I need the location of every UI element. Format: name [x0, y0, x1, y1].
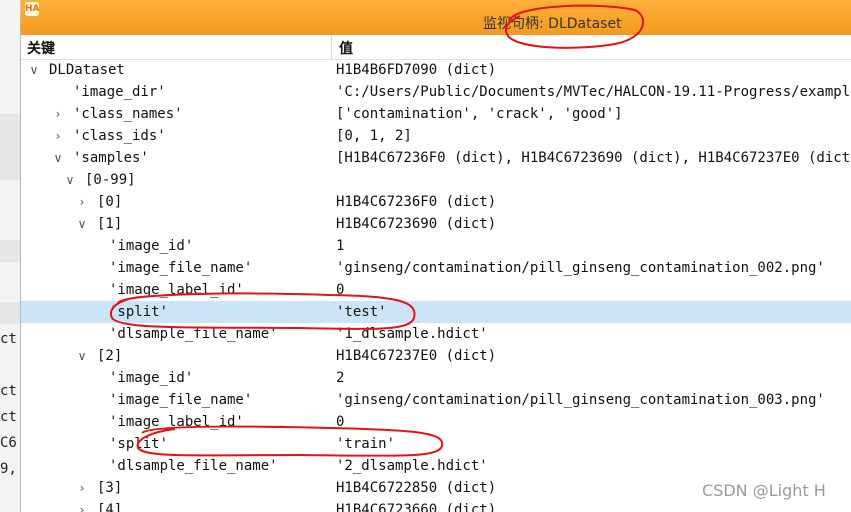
tree-row-value: [H1B4C67236F0 (dict), H1B4C6723690 (dict…	[336, 150, 851, 166]
tree-row[interactable]: 'image_dir' 'C:/Users/Public/Documents/MV…	[21, 81, 851, 103]
tree-row-key: 'samples'	[73, 150, 149, 166]
tree-row-value: H1B4C6723660 (dict)	[336, 502, 497, 512]
background-window-strip: ct ct ct C6 9,	[0, 0, 21, 512]
tree-row-key: [0]	[97, 194, 123, 210]
background-text-fragment: ct	[0, 409, 17, 425]
tree-row-value: 'train'	[336, 436, 396, 452]
tree-row-value: H1B4C67237E0 (dict)	[336, 348, 497, 364]
tree-row-key: 'image_file_name'	[109, 392, 253, 408]
tree-row[interactable]: 'image_id' 1	[21, 235, 851, 257]
tree-row-key: 'image_id'	[109, 238, 194, 254]
background-row-stripe	[0, 158, 20, 180]
chevron-right-icon[interactable]: ›	[75, 499, 89, 512]
tree-row-key: 'image_label_id'	[109, 282, 244, 298]
tree-row[interactable]: 'split' 'test'	[21, 301, 851, 323]
tree-row[interactable]: 'image_label_id' 0	[21, 411, 851, 433]
tree-row-key: 'class_names'	[73, 106, 183, 122]
tree-row[interactable]: 'dlsample_file_name' '1_dlsample.hdict'	[21, 323, 851, 345]
chevron-down-icon[interactable]: ∨	[51, 147, 65, 169]
tree-row-key: [2]	[97, 348, 123, 364]
tree-row-value: 0	[336, 414, 345, 430]
tree-row[interactable]: ∨ 'samples' [H1B4C67236F0 (dict), H1B4C672…	[21, 147, 851, 169]
column-divider[interactable]	[331, 35, 332, 59]
tree-row[interactable]: › 'class_names' ['contamination', 'crack',…	[21, 103, 851, 125]
tree-row-key: [3]	[97, 480, 123, 496]
window-title: 监视句柄: DLDataset	[483, 16, 622, 32]
background-text-fragment: C6	[0, 435, 17, 451]
tree-row[interactable]: › 'class_ids' [0, 1, 2]	[21, 125, 851, 147]
tree-row-value: '1_dlsample.hdict'	[336, 326, 488, 342]
tree-row-value: 'ginseng/contamination/pill_ginseng_cont…	[336, 392, 825, 408]
background-row-stripe	[0, 136, 20, 158]
tree-row-key: [0-99]	[85, 172, 136, 188]
tree-row-key: 'image_file_name'	[109, 260, 253, 276]
tree-row-value: 1	[336, 238, 345, 254]
chevron-right-icon[interactable]: ›	[51, 103, 65, 125]
chevron-down-icon[interactable]: ∨	[75, 213, 89, 235]
chevron-right-icon[interactable]: ›	[51, 125, 65, 147]
chevron-down-icon[interactable]: ∨	[63, 169, 77, 191]
background-text-fragment: ct	[0, 383, 17, 399]
tree-row-key: 'dlsample_file_name'	[109, 326, 278, 342]
title-bar[interactable]: HA 监视句柄: DLDataset	[21, 0, 851, 35]
tree-row-value: H1B4C6722850 (dict)	[336, 480, 497, 496]
chevron-right-icon[interactable]: ›	[75, 191, 89, 213]
key-column-header[interactable]: 关键	[27, 38, 55, 58]
tree-row-key: 'image_dir'	[73, 84, 166, 100]
tree-row-value: H1B4C67236F0 (dict)	[336, 194, 497, 210]
tree-row-key: 'image_label_id'	[109, 414, 244, 430]
tree-row[interactable]: 'image_file_name' 'ginseng/contamination/…	[21, 389, 851, 411]
background-row-stripe	[0, 302, 20, 324]
tree-row-key: 'image_id'	[109, 370, 194, 386]
watermark: CSDN @Light H	[702, 481, 826, 500]
tree-row-value: 'test'	[336, 304, 387, 320]
tree-row-value: H1B4C6723690 (dict)	[336, 216, 497, 232]
tree-row[interactable]: ∨ [0-99]	[21, 169, 851, 191]
tree-row[interactable]: › [0] H1B4C67236F0 (dict)	[21, 191, 851, 213]
dict-tree-view: ∨ DLDataset H1B4B6FD7090 (dict) 'image_dir'…	[21, 59, 851, 512]
chevron-down-icon[interactable]: ∨	[75, 345, 89, 367]
tree-row-value: '2_dlsample.hdict'	[336, 458, 488, 474]
background-row-stripe	[0, 240, 20, 262]
tree-row[interactable]: 'split' 'train'	[21, 433, 851, 455]
tree-row-value: ['contamination', 'crack', 'good']	[336, 106, 623, 122]
value-column-header[interactable]: 值	[339, 38, 353, 58]
tree-row-key: [1]	[97, 216, 123, 232]
tree-row-value: 'C:/Users/Public/Documents/MVTec/HALCON-…	[336, 84, 851, 100]
tree-row[interactable]: ∨ [1] H1B4C6723690 (dict)	[21, 213, 851, 235]
tree-row-key: DLDataset	[49, 62, 125, 78]
tree-row[interactable]: 'image_id' 2	[21, 367, 851, 389]
tree-row-value: H1B4B6FD7090 (dict)	[336, 62, 497, 78]
background-row-stripe	[0, 114, 20, 136]
tree-row-key: 'dlsample_file_name'	[109, 458, 278, 474]
column-header: 关键 值	[21, 35, 851, 60]
background-text-fragment: ct	[0, 331, 17, 347]
tree-row[interactable]: ∨ DLDataset H1B4B6FD7090 (dict)	[21, 59, 851, 81]
halcon-app-icon: HA	[25, 2, 40, 16]
tree-row[interactable]: ∨ [2] H1B4C67237E0 (dict)	[21, 345, 851, 367]
chevron-right-icon[interactable]: ›	[75, 477, 89, 499]
watch-handle-window: HA 监视句柄: DLDataset 关键 值 ∨ DLDataset H1B4B6…	[20, 0, 851, 512]
chevron-down-icon[interactable]: ∨	[27, 59, 41, 81]
tree-row-key: [4]	[97, 502, 123, 512]
tree-row-key: 'split'	[109, 436, 169, 452]
tree-row-key: 'split'	[109, 304, 169, 320]
tree-row-value: 0	[336, 282, 345, 298]
tree-row[interactable]: 'dlsample_file_name' '2_dlsample.hdict'	[21, 455, 851, 477]
tree-row-value: 'ginseng/contamination/pill_ginseng_cont…	[336, 260, 825, 276]
tree-row-value: 2	[336, 370, 345, 386]
background-text-fragment: 9,	[0, 461, 17, 477]
tree-row[interactable]: 'image_label_id' 0	[21, 279, 851, 301]
tree-row-value: [0, 1, 2]	[336, 128, 412, 144]
tree-row-key: 'class_ids'	[73, 128, 166, 144]
tree-row[interactable]: 'image_file_name' 'ginseng/contamination/…	[21, 257, 851, 279]
tree-row[interactable]: › [4] H1B4C6723660 (dict)	[21, 499, 851, 512]
